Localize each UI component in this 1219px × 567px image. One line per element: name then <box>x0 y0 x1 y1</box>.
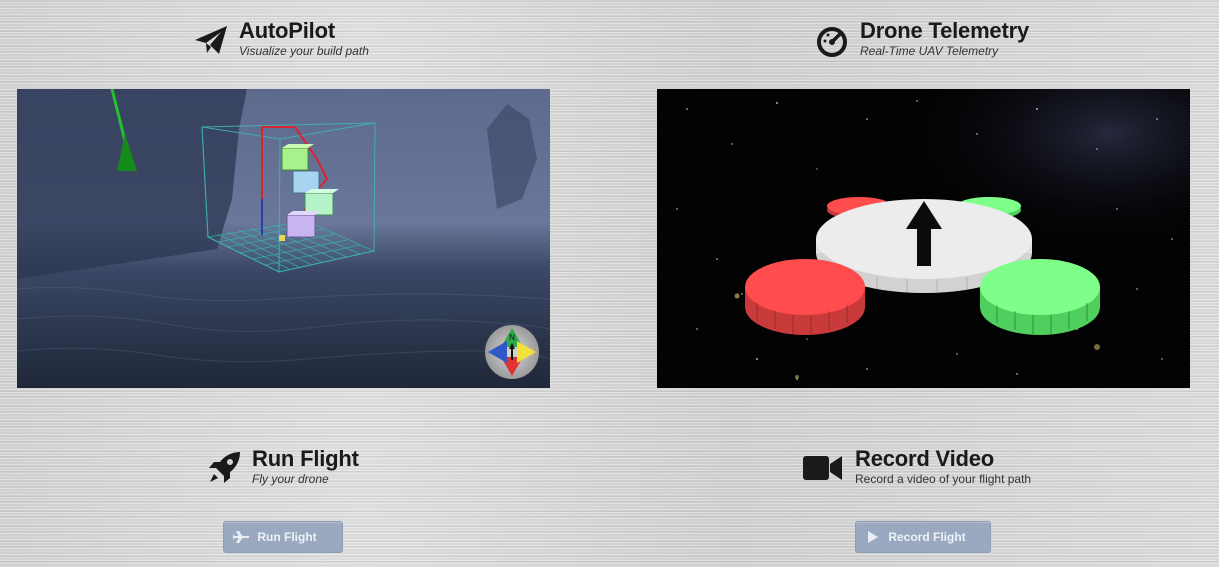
speedometer-icon <box>817 27 847 57</box>
build-path-scene: N <box>17 89 550 388</box>
record-flight-button[interactable]: Record Flight <box>855 521 991 553</box>
telemetry-header: Drone Telemetry Real-Time UAV Telemetry <box>814 18 1029 58</box>
record-flight-button-label: Record Flight <box>888 530 966 544</box>
run-flight-header: Run Flight Fly your drone <box>206 446 359 486</box>
record-video-header: Record Video Record a video of your flig… <box>802 446 1031 486</box>
telemetry-3d-viewport[interactable] <box>657 89 1190 388</box>
paper-plane-icon <box>195 26 227 54</box>
record-video-title: Record Video <box>855 446 995 471</box>
run-flight-subtitle: Fly your drone <box>252 472 329 486</box>
telemetry-title: Drone Telemetry <box>860 18 1029 43</box>
video-camera-icon <box>803 456 842 480</box>
run-flight-button-label: Run Flight <box>257 530 317 544</box>
autopilot-header: AutoPilot Visualize your build path <box>193 18 369 58</box>
autopilot-subtitle: Visualize your build path <box>239 44 369 58</box>
record-video-subtitle: Record a video of your flight path <box>855 472 1032 486</box>
airplane-icon <box>233 531 249 543</box>
run-flight-button[interactable]: Run Flight <box>223 521 343 553</box>
compass-north-label: N <box>509 333 515 342</box>
telemetry-subtitle: Real-Time UAV Telemetry <box>860 44 999 58</box>
play-icon <box>868 531 878 543</box>
compass-widget[interactable]: N <box>485 325 539 379</box>
rocket-icon <box>209 452 240 483</box>
drone-model-scene <box>657 89 1190 388</box>
autopilot-3d-viewport[interactable]: N <box>17 89 550 388</box>
run-flight-title: Run Flight <box>252 446 359 471</box>
autopilot-title: AutoPilot <box>239 18 335 43</box>
